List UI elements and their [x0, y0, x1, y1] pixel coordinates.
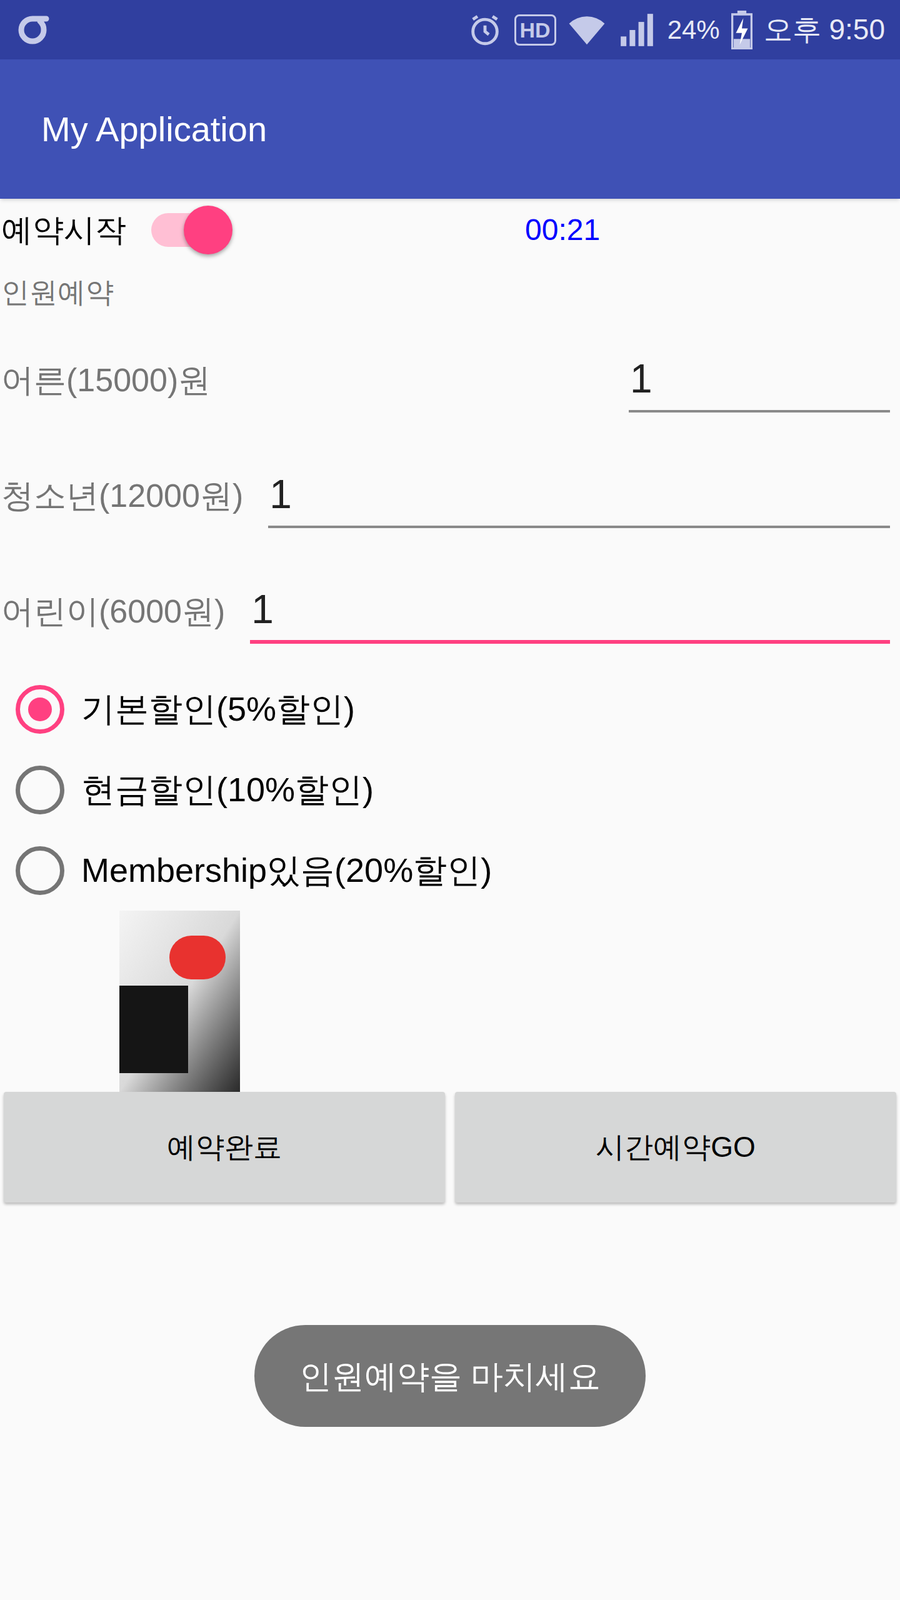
discount-label: 기본할인(5%할인) — [81, 683, 355, 735]
number-input[interactable]: 1 — [250, 578, 890, 644]
field-row: 어린이(6000원) 1 — [0, 553, 900, 669]
field-label: 어른(15000)원 — [1, 355, 211, 405]
action-button[interactable]: 시간예약GO — [455, 1091, 897, 1203]
field-row: 어른(15000)원 1 — [0, 321, 900, 438]
discount-radio[interactable]: 기본할인(5%할인) — [0, 668, 900, 750]
discount-label: Membership있음(20%할인) — [81, 845, 492, 896]
hd-badge: HD — [514, 14, 557, 46]
battery-percent: 24% — [667, 10, 720, 50]
screen: HD 24% 오후 9:50 My Application 예약시작 00:21 인원예약어… — [0, 0, 900, 1600]
app-title: My Application — [41, 103, 267, 156]
action-button[interactable]: 예약완료 — [3, 1091, 445, 1203]
toast: 인원예약을 마치세요 — [254, 1325, 646, 1427]
app-bar: My Application — [0, 59, 900, 199]
discount-radio[interactable]: Membership있음(20%할인) — [0, 830, 900, 911]
reservation-switch[interactable] — [151, 205, 233, 255]
button-row: 예약완료시간예약GO — [0, 1091, 900, 1203]
status-bar: HD 24% 오후 9:50 — [0, 0, 900, 60]
alarm-icon — [466, 11, 504, 49]
field-row: 청소년(12000원) 1 — [0, 437, 900, 554]
wifi-icon — [567, 11, 607, 49]
switch-row: 예약시작 00:21 — [0, 198, 900, 262]
discount-radio[interactable]: 현금할인(10%할인) — [0, 749, 900, 830]
field-label: 어린이(6000원) — [1, 586, 225, 636]
number-input[interactable]: 1 — [628, 347, 890, 413]
discount-label: 현금할인(10%할인) — [81, 764, 374, 815]
section-label: 인원예약 — [1, 273, 900, 312]
field-label: 청소년(12000원) — [1, 471, 244, 520]
photo — [119, 910, 240, 1092]
carrier-logo-icon — [15, 11, 53, 49]
field-list: 어른(15000)원 1 청소년(12000원) 1 어린이(6000원) 1 — [0, 321, 900, 669]
clock: 오후 9:50 — [763, 8, 885, 52]
signal-icon — [617, 11, 657, 49]
switch-label: 예약시작 — [1, 206, 127, 254]
timer: 00:21 — [525, 207, 600, 253]
discount-group: 기본할인(5%할인) 현금할인(10%할인) Membership있음(20%할인) — [0, 668, 900, 911]
battery-icon — [731, 10, 753, 50]
number-input[interactable]: 1 — [268, 463, 890, 529]
